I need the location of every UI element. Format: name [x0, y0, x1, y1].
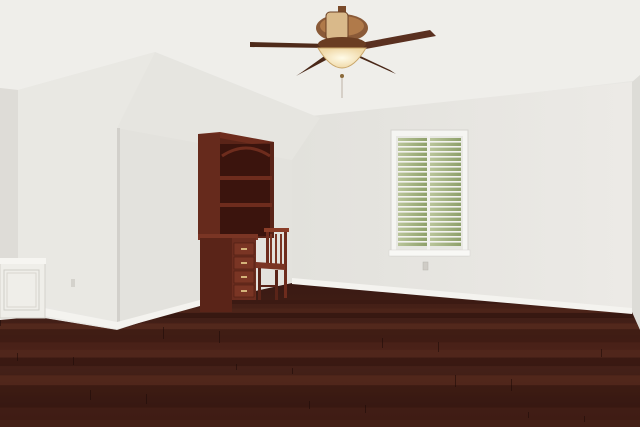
white-built-in-cabinet: [0, 258, 46, 319]
floor-seam: [584, 416, 585, 422]
shutter-louver: [430, 221, 461, 223]
shutter-louver: [430, 151, 461, 153]
shutter-louver: [398, 171, 427, 173]
shutter-louver: [430, 201, 461, 203]
floor-seam: [73, 357, 74, 365]
floor-seam: [528, 412, 529, 418]
floor-seam: [0, 320, 1, 326]
shutter-louver: [398, 166, 427, 168]
shutter-louver: [398, 226, 427, 228]
shutter-louver: [430, 241, 461, 243]
shutter-louver: [398, 216, 427, 218]
shutter-louver: [398, 181, 427, 183]
shutter-louver: [398, 191, 427, 193]
shutter-louver: [430, 156, 461, 158]
shutter-louver: [398, 206, 427, 208]
floor-plank: [0, 335, 640, 343]
shutter-louver: [398, 211, 427, 213]
wall-outlet: [422, 261, 429, 271]
shutter-louver: [398, 141, 427, 143]
floor-seam: [601, 349, 602, 357]
shutter-louver: [398, 156, 427, 158]
floor-seam: [90, 390, 91, 400]
plantation-shutter-window: [388, 129, 471, 257]
floor-seam: [309, 401, 310, 409]
shutter-louver: [398, 186, 427, 188]
shutter-louver: [398, 176, 427, 178]
floor-seam: [163, 327, 164, 339]
floor-seam: [292, 368, 293, 374]
floor-seam: [455, 375, 456, 387]
shutter-louver: [430, 166, 461, 168]
right-wall-edge: [632, 75, 640, 330]
floor-plank: [0, 357, 640, 367]
shutter-louver: [398, 151, 427, 153]
shutter-louver: [430, 206, 461, 208]
shutter-louver: [430, 216, 461, 218]
floor-seam: [219, 331, 220, 343]
room-scene: [0, 0, 640, 427]
shutter-louver: [430, 141, 461, 143]
shutter-louver: [430, 161, 461, 163]
floor-seam: [236, 364, 237, 370]
shutter-louver: [398, 196, 427, 198]
shutter-louver: [430, 171, 461, 173]
shutter-louver: [430, 186, 461, 188]
floor-plank: [0, 329, 640, 336]
shutter-louver: [398, 236, 427, 238]
floor-plank: [0, 420, 640, 427]
shutter-louver: [430, 191, 461, 193]
floor-plank: [0, 375, 640, 386]
shutter-louver: [430, 231, 461, 233]
shutter-louver: [398, 201, 427, 203]
shutter-louver: [430, 176, 461, 178]
floor-seam: [146, 394, 147, 404]
floor-seam: [17, 353, 18, 361]
shutter-louver: [430, 181, 461, 183]
shutter-louver: [430, 146, 461, 148]
floor-plank: [0, 385, 640, 396]
shutter-louver: [398, 146, 427, 148]
left-wall-outlet: [71, 279, 75, 287]
shutter-louver: [430, 211, 461, 213]
floor-seam: [511, 379, 512, 391]
floor-seam: [382, 338, 383, 348]
shutter-louver: [398, 241, 427, 243]
shutter-louver: [398, 221, 427, 223]
shutter-louver: [430, 196, 461, 198]
floor-seam: [438, 342, 439, 352]
shutter-louver: [430, 226, 461, 228]
shutter-louver: [398, 161, 427, 163]
floor-plank: [0, 407, 640, 421]
shutter-louver: [398, 231, 427, 233]
shutter-louver: [430, 236, 461, 238]
room-illustration: [0, 0, 640, 427]
floor-plank: [0, 366, 640, 376]
floor-plank: [0, 342, 640, 350]
floor-plank: [0, 395, 640, 408]
floor-plank: [0, 349, 640, 358]
floor-seam: [365, 405, 366, 413]
